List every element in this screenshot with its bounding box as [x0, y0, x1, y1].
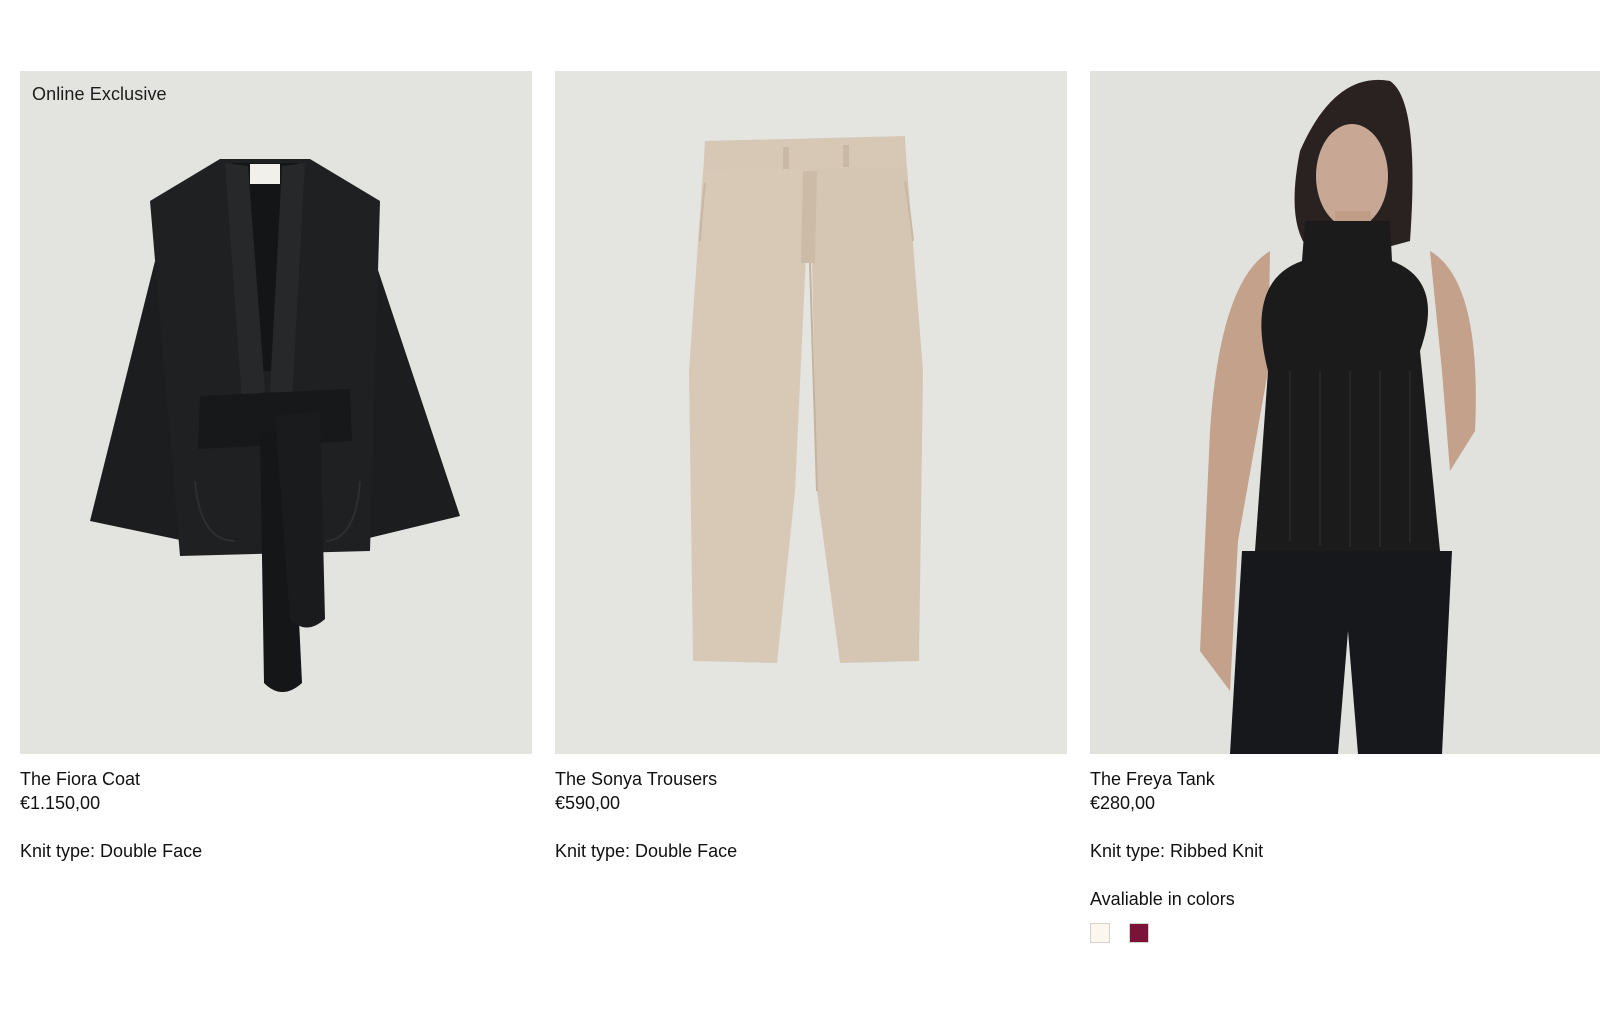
- color-swatch-ivory[interactable]: [1090, 923, 1110, 943]
- product-card-fiora-coat[interactable]: Online Exclusive The Fiora Coat €1.150,0…: [20, 71, 532, 863]
- model-black-tank-image: [1090, 71, 1600, 754]
- product-card-freya-tank[interactable]: The Freya Tank €280,00 Knit type: Ribbed…: [1090, 71, 1600, 943]
- product-price: €1.150,00: [20, 793, 101, 813]
- product-knit-type: Knit type: Ribbed Knit: [1090, 841, 1264, 861]
- product-name[interactable]: The Sonya Trousers: [555, 767, 1067, 791]
- product-price: €280,00: [1090, 793, 1156, 813]
- product-image-fiora-coat[interactable]: Online Exclusive: [20, 71, 532, 754]
- product-info: The Fiora Coat €1.150,00 Knit type: Doub…: [20, 754, 532, 863]
- product-price: €590,00: [555, 793, 621, 813]
- color-swatches: [1090, 923, 1600, 943]
- product-info: The Freya Tank €280,00 Knit type: Ribbed…: [1090, 754, 1600, 943]
- online-exclusive-badge: Online Exclusive: [32, 84, 167, 104]
- product-name[interactable]: The Fiora Coat: [20, 767, 532, 791]
- product-image-sonya-trousers[interactable]: [555, 71, 1067, 754]
- product-card-sonya-trousers[interactable]: The Sonya Trousers €590,00 Knit type: Do…: [555, 71, 1067, 863]
- product-knit-type: Knit type: Double Face: [20, 841, 203, 861]
- black-belted-coat-image: [20, 71, 532, 754]
- available-colors-label: Avaliable in colors: [1090, 889, 1235, 909]
- color-swatch-burgundy[interactable]: [1129, 923, 1149, 943]
- beige-trousers-image: [555, 71, 1067, 754]
- product-name[interactable]: The Freya Tank: [1090, 767, 1600, 791]
- product-info: The Sonya Trousers €590,00 Knit type: Do…: [555, 754, 1067, 863]
- product-image-freya-tank[interactable]: [1090, 71, 1600, 754]
- product-grid: Online Exclusive The Fiora Coat €1.150,0…: [20, 71, 1600, 971]
- product-knit-type: Knit type: Double Face: [555, 841, 738, 861]
